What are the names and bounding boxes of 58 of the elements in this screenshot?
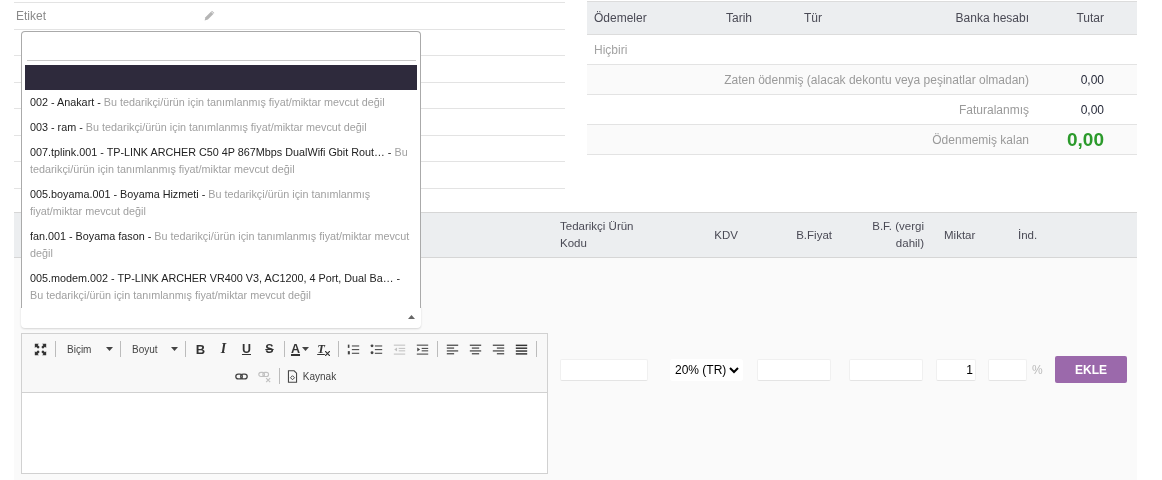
unlink-icon [257, 369, 271, 383]
column-header: İnd. [1017, 227, 1039, 243]
caret-icon [302, 347, 309, 351]
italic-button[interactable]: I [212, 338, 235, 360]
outdent-icon [393, 342, 406, 356]
price-with-tax-field[interactable] [849, 359, 923, 381]
source-button[interactable]: Kaynak [282, 365, 340, 387]
add-button[interactable]: EKLE [1055, 356, 1127, 383]
dropdown-option[interactable]: 002 - Anakart - Bu tedarikçi/ürün için tanımlanmış fiyat/miktar mevcut değil [25, 90, 417, 115]
total-amount: 0,00 [1066, 128, 1104, 151]
underline-button[interactable]: U [235, 338, 258, 360]
column-header: Tarih [726, 11, 753, 25]
column-header: B.F. (vergi dahil) [871, 219, 925, 251]
column-header: Tür [804, 11, 823, 25]
amount: 0,00 [1079, 72, 1104, 87]
dropdown-option[interactable]: 007.tplink.001 - TP-LINK ARCHER C50 4P 867Mbps DualWifi Gbit Rout… - Bu tedarikçi/ürün için tanımlanmış fiyat/miktar mevcut değil [25, 140, 417, 182]
column-header: Tutar [1075, 11, 1104, 25]
quantity-field[interactable]: 1 [936, 359, 976, 381]
column-header: Banka hesabı [954, 11, 1029, 25]
field-label: Etiket [16, 8, 47, 23]
column-header: Tedarikçi Ürün Kodu [559, 219, 635, 251]
format-dropdown[interactable]: Biçim [59, 338, 117, 360]
supplier-code-field[interactable] [560, 359, 648, 381]
vat-select[interactable]: 20% (TR) [670, 359, 743, 381]
bulleted-list-icon [370, 342, 383, 356]
cross-icon [324, 350, 330, 356]
strike-button[interactable]: S [258, 338, 281, 360]
text-color-button[interactable]: A [288, 338, 312, 360]
summary-label: Zaten ödenmiş (alacak dekontu veya peşinatlar olmadan) [723, 72, 1029, 87]
align-center-icon [469, 342, 482, 356]
price-field[interactable] [757, 359, 831, 381]
bold-button[interactable]: B [189, 338, 212, 360]
clear-format-button[interactable]: T [312, 338, 335, 360]
format-dropdown[interactable]: Boyut [124, 338, 182, 360]
amount: 0,00 [1079, 102, 1104, 117]
align-left-icon [446, 342, 459, 356]
summary-label: Faturalanmış [957, 102, 1029, 117]
dropdown-option[interactable]: fan.001 - Boyama fason - Bu tedarikçi/ürün için tanımlanmış fiyat/miktar mevcut değil [25, 224, 417, 266]
caret-icon [106, 347, 113, 351]
column-header: KDV [713, 227, 739, 243]
maximize-icon [34, 342, 47, 356]
dropdown-option[interactable]: 003 - ram - Bu tedarikçi/ürün için tanımlanmış fiyat/miktar mevcut değil [25, 115, 417, 140]
align-right-icon [492, 342, 505, 356]
summary-label: Ödenmemiş kalan [931, 132, 1029, 147]
caret-icon [171, 347, 178, 351]
column-header: B.Fiyat [795, 227, 833, 243]
column-header: Miktar [943, 227, 977, 243]
numbered-list-icon [347, 342, 360, 356]
percent-sign: % [1032, 363, 1043, 377]
dropdown-option[interactable]: 005.modem.002 - TP-LINK ARCHER VR400 V3, AC1200, 4 Port, Dual Ba… - Bu tedarikçi/ürün için tanımlanmış fiyat/miktar mevcut değil [25, 266, 417, 308]
document-icon [285, 369, 299, 383]
indent-icon [416, 342, 429, 356]
discount-field[interactable] [988, 359, 1027, 381]
column-header: Ödemeler [594, 11, 648, 25]
empty-text: Hiçbiri [594, 42, 629, 57]
justify-icon [515, 342, 528, 356]
dropdown-option[interactable]: 005.boyama.001 - Boyama Hizmeti - Bu tedarikçi/ürün için tanımlanmış fiyat/miktar mevcut değil [25, 182, 417, 224]
caret-icon [408, 315, 415, 319]
